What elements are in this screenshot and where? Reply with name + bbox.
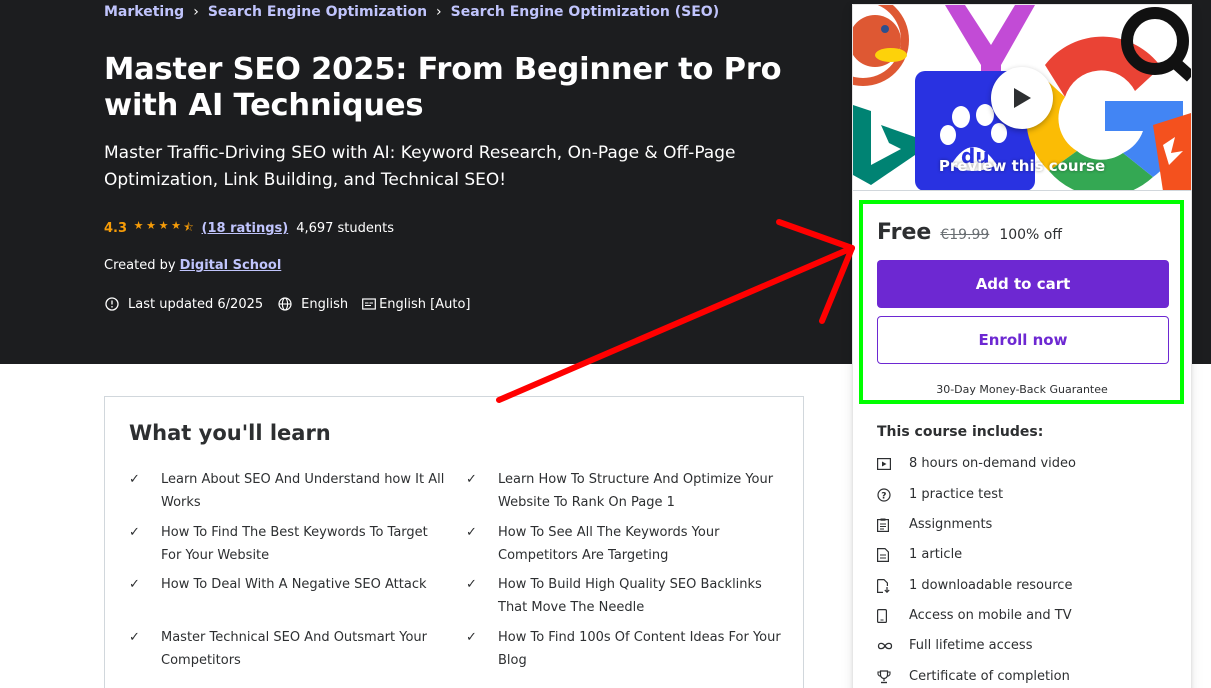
globe-icon	[278, 297, 292, 311]
star-icon: ★	[171, 219, 181, 232]
check-icon: ✓	[466, 525, 477, 540]
learn-item: ✓ Learn How To Structure And Optimize Yo…	[466, 469, 786, 514]
chevron-right-icon: ›	[193, 4, 199, 20]
last-updated-text: Last updated 6/2025	[128, 296, 264, 312]
star-rating: ★ ★ ★ ★ ⯪	[133, 219, 196, 238]
mobile-icon	[877, 608, 909, 623]
includes-title: This course includes:	[877, 424, 1044, 440]
learn-item: ✓ How To Deal With A Negative SEO Attack	[129, 574, 449, 597]
learn-title: What you'll learn	[129, 421, 331, 445]
learn-item: ✓ How To See All The Keywords Your Compe…	[466, 522, 786, 567]
learn-item: ✓ How To Find The Best Keywords To Targe…	[129, 522, 449, 567]
language: English	[277, 296, 348, 312]
include-item: Full lifetime access	[877, 638, 1032, 653]
video-icon	[877, 457, 909, 470]
check-icon: ✓	[129, 630, 140, 645]
download-file-icon	[877, 578, 909, 593]
original-price: €19.99	[940, 227, 990, 243]
half-star-icon: ⯪	[183, 221, 194, 234]
include-item: 8 hours on-demand video	[877, 456, 1076, 471]
created-by-label: Created by	[104, 258, 176, 273]
course-title: Master SEO 2025: From Beginner to Pro wi…	[104, 52, 782, 123]
check-icon: ✓	[466, 577, 477, 592]
article-icon	[877, 547, 909, 562]
question-icon: ?	[877, 487, 909, 502]
chevron-right-icon: ›	[436, 4, 442, 20]
assignment-icon	[877, 518, 909, 532]
check-icon: ✓	[129, 525, 140, 540]
check-icon: ✓	[129, 472, 140, 487]
svg-text:?: ?	[881, 491, 886, 501]
include-item: 1 downloadable resource	[877, 578, 1072, 593]
star-icon: ★	[133, 219, 144, 232]
students-count: 4,697 students	[296, 221, 395, 236]
learn-item: ✓ How To Find 100s Of Content Ideas For …	[466, 627, 786, 672]
breadcrumb-item-seo-subcategory[interactable]: Search Engine Optimization (SEO)	[451, 4, 719, 20]
check-icon: ✓	[466, 472, 477, 487]
language-text: English	[301, 296, 349, 312]
meta-row: Last updated 6/2025 English English [Aut…	[104, 296, 485, 312]
discount-percentage: 100% off	[999, 227, 1062, 243]
trophy-icon	[877, 669, 909, 684]
purchase-sidebar: du Preview this course Free €19.99 100% …	[852, 4, 1192, 688]
preview-label[interactable]: Preview this course	[853, 157, 1191, 175]
learn-item: ✓ How To Build High Quality SEO Backlink…	[466, 574, 786, 619]
money-back-guarantee: 30-Day Money-Back Guarantee	[936, 383, 1108, 396]
learn-item: ✓ Learn About SEO And Understand how It …	[129, 469, 449, 514]
check-icon: ✓	[129, 577, 140, 592]
infinity-icon	[877, 641, 909, 651]
breadcrumb-item-seo[interactable]: Search Engine Optimization	[208, 4, 427, 20]
closed-captions-icon	[362, 298, 376, 310]
creator-row: Created by Digital School	[104, 258, 281, 273]
include-item: 1 article	[877, 547, 962, 562]
current-price: Free	[877, 220, 932, 245]
star-icon: ★	[146, 219, 156, 232]
learn-item: ✓ Master Technical SEO And Outsmart Your…	[129, 627, 449, 672]
last-updated: Last updated 6/2025	[104, 296, 263, 312]
rating-value: 4.3	[104, 221, 128, 236]
enroll-now-button[interactable]: Enroll now	[877, 316, 1169, 364]
include-item: Assignments	[877, 517, 992, 532]
check-icon: ✓	[466, 630, 477, 645]
star-icon: ★	[158, 219, 169, 232]
include-item: ? 1 practice test	[877, 487, 1003, 502]
rating-row: 4.3 ★ ★ ★ ★ ⯪ (18 ratings) 4,697 student…	[104, 219, 394, 238]
breadcrumb: Marketing › Search Engine Optimization ›…	[104, 4, 719, 20]
add-to-cart-button[interactable]: Add to cart	[877, 260, 1169, 308]
include-item: Certificate of completion	[877, 669, 1070, 684]
course-subtitle: Master Traffic-Driving SEO with AI: Keyw…	[104, 143, 736, 190]
captions: English [Auto]	[362, 296, 471, 312]
breadcrumb-item-marketing[interactable]: Marketing	[104, 4, 184, 20]
include-item: Access on mobile and TV	[877, 608, 1072, 623]
creator-link[interactable]: Digital School	[180, 258, 282, 273]
ratings-count-link[interactable]: (18 ratings)	[202, 221, 289, 236]
course-preview[interactable]: du Preview this course	[853, 5, 1191, 191]
play-icon	[1014, 88, 1031, 108]
captions-text: English [Auto]	[379, 296, 471, 312]
price-row: Free €19.99 100% off	[877, 220, 1062, 245]
what-you-will-learn: What you'll learn ✓ Learn About SEO And …	[104, 396, 804, 688]
alert-clock-icon	[105, 297, 119, 311]
play-button[interactable]	[991, 67, 1053, 129]
